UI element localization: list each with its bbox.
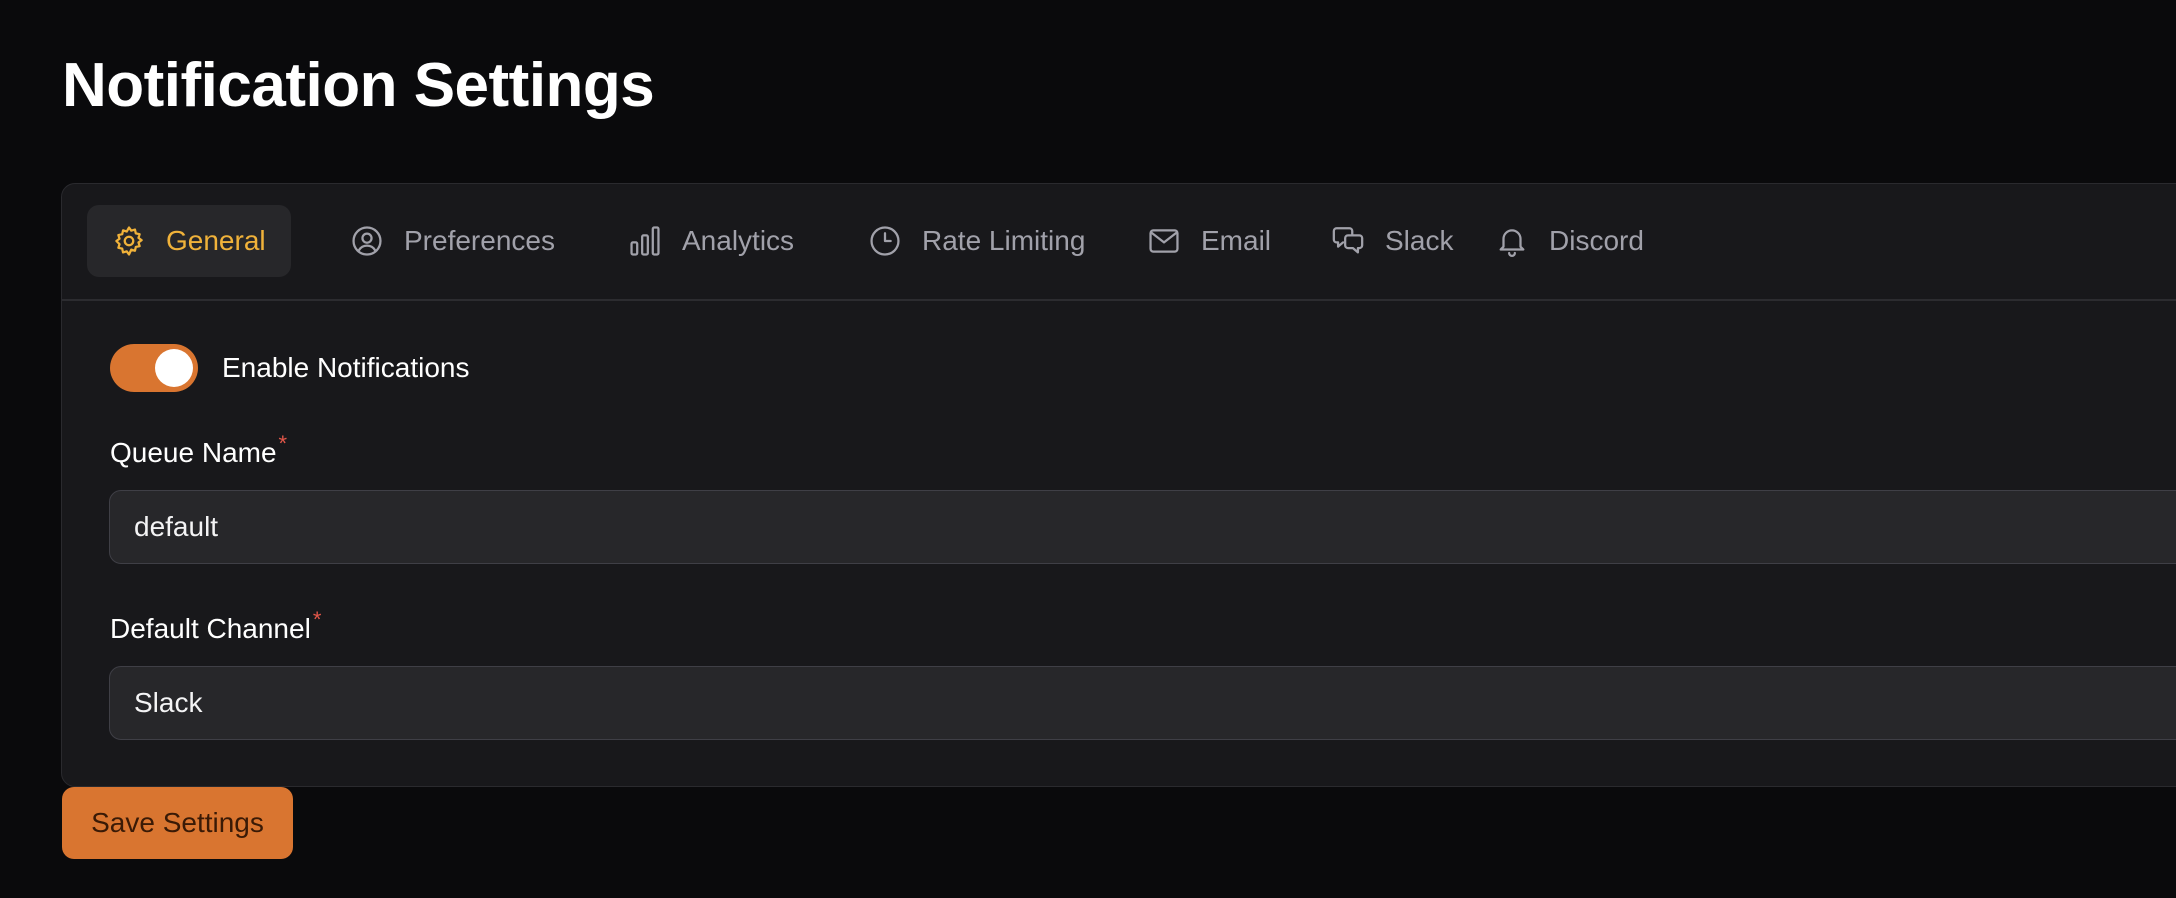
enable-notifications-toggle[interactable]: [110, 344, 198, 392]
chat-bubbles-icon: [1332, 227, 1364, 254]
tab-analytics[interactable]: Analytics: [603, 205, 819, 277]
tab-preferences[interactable]: Preferences: [325, 205, 580, 277]
tab-label: Discord: [1549, 225, 1644, 256]
tab-label: Slack: [1385, 225, 1454, 256]
bar-chart-icon: [630, 226, 660, 256]
default-channel-label: Default Channel*: [110, 607, 321, 645]
mail-icon: [1149, 229, 1179, 253]
required-marker: *: [278, 431, 288, 456]
required-marker: *: [312, 607, 322, 632]
tab-slack[interactable]: Slack: [1306, 205, 1478, 277]
enable-notifications-row: Enable Notifications: [110, 344, 469, 392]
settings-page: Notification Settings General Preference…: [0, 0, 2176, 898]
user-circle-icon: [352, 226, 382, 256]
bell-icon: [1499, 229, 1525, 257]
queue-name-label-text: Queue Name: [110, 437, 277, 468]
save-settings-button[interactable]: Save Settings: [62, 787, 293, 859]
settings-card: General Preferences Analytics Rate Limit…: [61, 183, 2176, 787]
tab-rate-limiting[interactable]: Rate Limiting: [843, 205, 1110, 277]
default-channel-value: Slack: [134, 687, 203, 718]
tab-label: Analytics: [682, 225, 795, 256]
default-channel-label-text: Default Channel: [110, 613, 311, 644]
tab-label: General: [166, 225, 266, 256]
clock-icon: [870, 226, 900, 256]
toggle-knob: [155, 349, 193, 387]
tab-discord[interactable]: Discord: [1470, 205, 1669, 277]
queue-name-value: default: [134, 511, 219, 542]
default-channel-select[interactable]: Slack: [109, 666, 2176, 740]
queue-name-label: Queue Name*: [110, 431, 287, 469]
queue-name-input[interactable]: default: [109, 490, 2176, 564]
enable-notifications-label: Enable Notifications: [222, 352, 470, 383]
page-title: Notification Settings: [62, 51, 655, 120]
gear-icon: [115, 226, 143, 256]
tab-general[interactable]: General: [87, 205, 291, 277]
tab-bar: General Preferences Analytics Rate Limit…: [62, 184, 2176, 301]
tab-email[interactable]: Email: [1122, 205, 1296, 277]
tab-label: Preferences: [404, 225, 555, 256]
tab-label: Rate Limiting: [922, 225, 1086, 256]
tab-label: Email: [1201, 225, 1272, 256]
